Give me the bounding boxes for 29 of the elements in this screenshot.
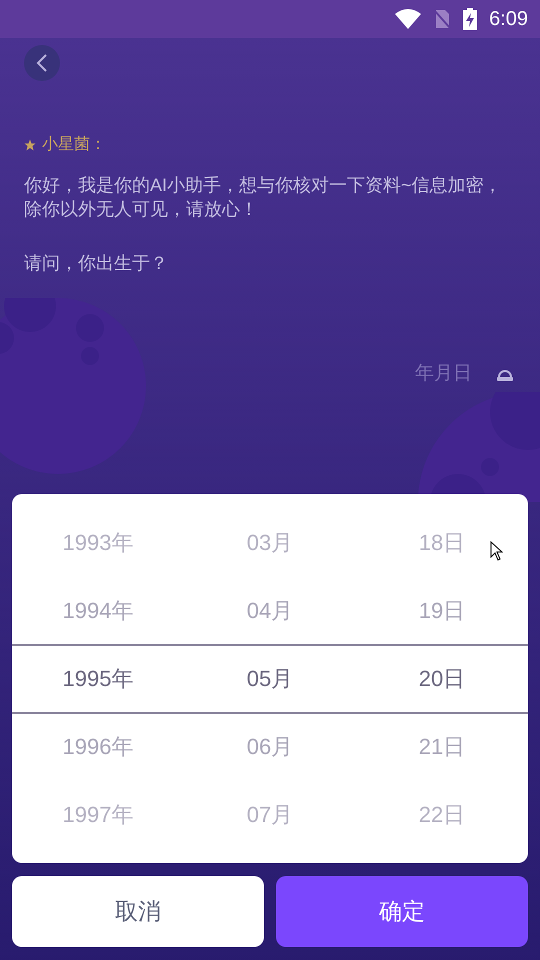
picker-option[interactable]: 18日 (418, 526, 466, 558)
picker-option[interactable]: 20日 (418, 662, 466, 694)
answer-field[interactable]: 年月日 (415, 360, 472, 388)
no-sim-icon (433, 9, 452, 29)
back-button[interactable] (24, 45, 60, 81)
picker-option[interactable]: 1993年 (62, 526, 134, 558)
assistant-name: 小星菌： (42, 134, 106, 155)
status-time: 6:09 (489, 7, 528, 32)
picker-option[interactable]: 19日 (418, 594, 466, 626)
picker-option[interactable]: 03月 (246, 526, 294, 558)
picker-option[interactable]: 1995年 (62, 662, 134, 694)
confirm-button[interactable]: 确定 (276, 876, 528, 947)
picker-option[interactable]: 07月 (246, 798, 294, 830)
star-icon (24, 139, 36, 151)
wifi-icon (395, 9, 422, 29)
picker-option[interactable]: 21日 (418, 730, 466, 762)
picker-option[interactable]: 04月 (246, 594, 294, 626)
picker-option[interactable]: 1996年 (62, 730, 134, 762)
cancel-button[interactable]: 取消 (12, 876, 264, 947)
cursor-icon (490, 541, 503, 561)
picker-option[interactable]: 1997年 (62, 798, 134, 830)
picker-option[interactable]: 1994年 (62, 594, 134, 626)
picker-option[interactable]: 06月 (246, 730, 294, 762)
picker-option[interactable]: 22日 (418, 798, 466, 830)
assistant-message: 你好，我是你的AI小助手，想与你核对一下资料~信息加密，除你以外无人可见，请放心！ (24, 174, 503, 221)
assistant-question: 请问，你出生于？ (24, 252, 169, 275)
back-icon (36, 54, 48, 72)
battery-charging-icon (463, 8, 478, 30)
picker-option[interactable]: 05月 (246, 662, 294, 694)
